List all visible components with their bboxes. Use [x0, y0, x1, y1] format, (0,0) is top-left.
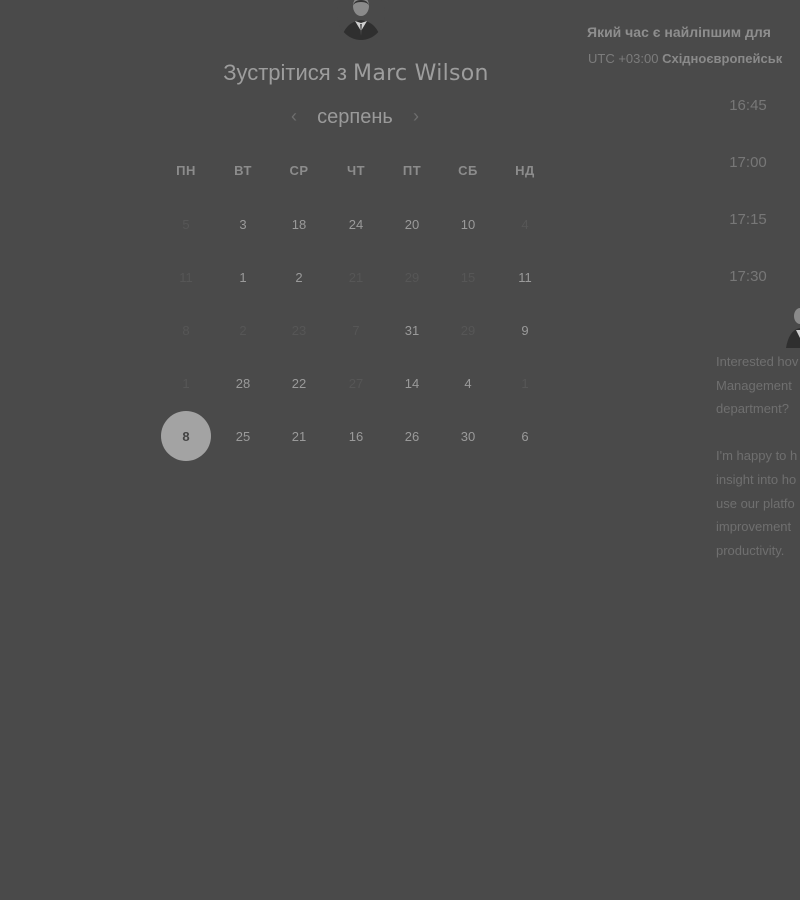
description-line: I'm happy to h: [716, 448, 798, 464]
time-slot[interactable]: 17:15: [712, 211, 784, 228]
calendar-day[interactable]: 9: [500, 305, 550, 355]
month-navigation: ‹ серпень ›: [280, 104, 430, 132]
host-mini-avatar: [786, 304, 800, 348]
description-line: Management: [716, 377, 792, 393]
weekday-label: ПН: [176, 163, 196, 178]
calendar-day: 4: [521, 216, 529, 232]
time-slot[interactable]: 17:30: [712, 268, 784, 285]
description-line: improvement: [716, 519, 792, 535]
calendar-day[interactable]: 28: [218, 358, 268, 408]
booking-page: Зустрітися з Marc Wilson ‹ серпень › ПН …: [0, 0, 800, 900]
description-line: department?: [716, 401, 789, 417]
calendar-day: 21: [348, 269, 364, 285]
calendar-day[interactable]: 11: [500, 252, 550, 302]
calendar-day[interactable]: 31: [387, 305, 437, 355]
time-slot[interactable]: 16:45: [712, 97, 784, 114]
calendar-day[interactable]: 18: [274, 199, 324, 249]
timezone-label[interactable]: UTC +03:00 Східноєвропейськ: [588, 51, 782, 66]
calendar-day[interactable]: 25: [218, 411, 268, 461]
calendar-day: 1: [521, 375, 529, 391]
weekday-label: ПТ: [402, 163, 422, 178]
calendar-day: 2: [239, 322, 247, 338]
calendar-day[interactable]: 16: [331, 411, 381, 461]
timezone-offset: UTC +03:00: [588, 51, 659, 66]
description-line: insight into ho: [716, 471, 797, 487]
calendar-day[interactable]: 24: [331, 199, 381, 249]
title-prefix: Зустрітися з: [223, 60, 347, 85]
calendar-day[interactable]: 30: [443, 411, 493, 461]
host-avatar: [337, 0, 385, 40]
weekday-label: ВТ: [234, 163, 252, 178]
calendar-day[interactable]: 4: [443, 358, 493, 408]
time-slot[interactable]: 17:00: [712, 154, 784, 171]
description-paragraph: Interested hov Management department?: [716, 350, 800, 421]
description-line: use our platfo: [716, 495, 795, 511]
calendar-day[interactable]: 26: [387, 411, 437, 461]
calendar-day: 8: [182, 322, 190, 338]
calendar-day: 15: [460, 269, 476, 285]
calendar-day[interactable]: 2: [274, 252, 324, 302]
meeting-description: Interested hov Management department? I'm h…: [716, 350, 800, 586]
description-paragraph: I'm happy to h insight into ho use our pla…: [716, 444, 800, 562]
calendar-day: 23: [291, 322, 307, 338]
description-line: productivity.: [716, 542, 785, 558]
weekday-header: ПН ВТ СР ЧТ ПТ СБ НД: [0, 163, 712, 183]
calendar-day: 29: [460, 322, 476, 338]
calendar-day: 11: [179, 269, 193, 285]
calendar-day-selected[interactable]: 8: [161, 411, 211, 461]
calendar-day[interactable]: 3: [218, 199, 268, 249]
calendar-day: 27: [348, 375, 364, 391]
schedule-heading: Який час є найліпшим для: [587, 24, 771, 40]
calendar-day: 1: [182, 375, 190, 391]
weekday-label: СР: [289, 163, 309, 178]
host-photo-icon: [337, 0, 385, 40]
calendar-day[interactable]: 14: [387, 358, 437, 408]
weekday-label: НД: [515, 163, 535, 178]
weekday-label: ЧТ: [346, 163, 366, 178]
calendar-day[interactable]: 1: [218, 252, 268, 302]
host-name: Marc Wilson: [353, 61, 489, 86]
calendar-day[interactable]: 6: [500, 411, 550, 461]
description-line: Interested hov: [716, 354, 799, 369]
calendar-day: 29: [404, 269, 420, 285]
chevron-right-icon[interactable]: ›: [408, 106, 424, 127]
calendar-day[interactable]: 20: [387, 199, 437, 249]
weekday-label: СБ: [458, 163, 478, 178]
calendar-day[interactable]: 22: [274, 358, 324, 408]
calendar-day[interactable]: 21: [274, 411, 324, 461]
calendar-day: 7: [352, 322, 360, 338]
host-photo-icon: [786, 308, 800, 348]
timezone-name: Східноєвропейськ: [662, 51, 783, 66]
calendar-day[interactable]: 10: [443, 199, 493, 249]
calendar-day: 5: [182, 216, 190, 232]
